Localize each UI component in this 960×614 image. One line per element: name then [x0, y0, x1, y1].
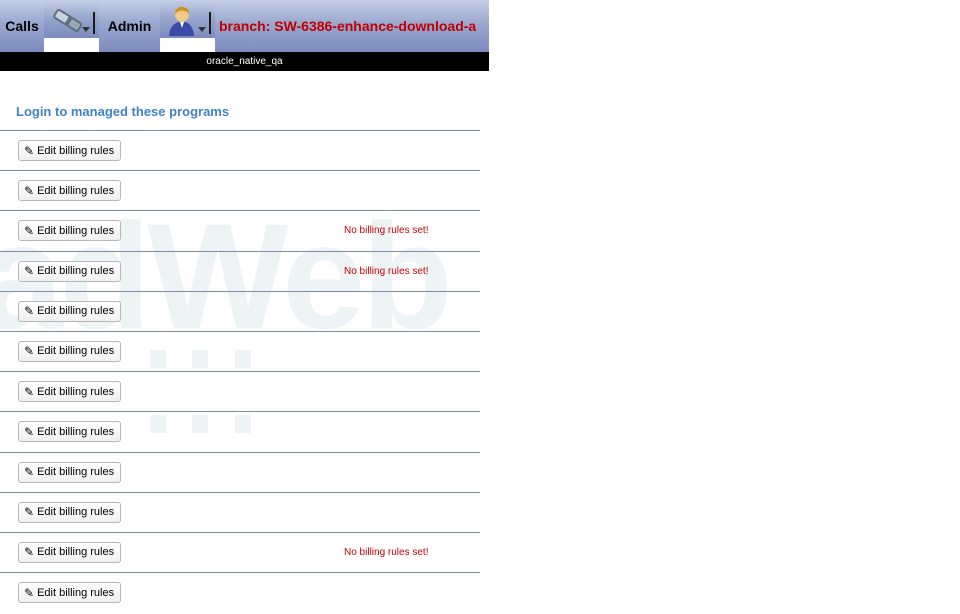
pencil-icon: ✎	[24, 223, 35, 238]
user-icon	[169, 6, 194, 36]
list-item: ✎ Edit billing rules	[0, 411, 480, 451]
no-billing-rules-warning: No billing rules set!	[344, 225, 429, 237]
no-billing-rules-warning: No billing rules set!	[344, 546, 429, 558]
list-item: ✎ Edit billing rules No billing rules set!	[0, 250, 480, 291]
edit-billing-rules-button[interactable]: ✎ Edit billing rules	[18, 220, 122, 242]
edit-billing-rules-label: Edit billing rules	[37, 425, 115, 438]
pencil-icon: ✎	[24, 264, 35, 279]
edit-billing-rules-button[interactable]: ✎ Edit billing rules	[18, 300, 122, 322]
pencil-icon: ✎	[24, 304, 35, 319]
pencil-icon: ✎	[24, 344, 35, 359]
edit-billing-rules-button[interactable]: ✎ Edit billing rules	[18, 421, 122, 443]
pencil-icon: ✎	[24, 585, 35, 600]
pencil-icon: ✎	[24, 384, 35, 399]
list-item: ✎ Edit billing rules No billing rules set!	[0, 531, 480, 572]
edit-billing-rules-button[interactable]: ✎ Edit billing rules	[18, 340, 122, 362]
edit-billing-rules-label: Edit billing rules	[37, 144, 115, 157]
programs-list: ✎ Edit billing rules ✎ Edit billing rules ✎ E…	[0, 130, 480, 612]
pencil-icon: ✎	[24, 424, 35, 439]
nav-calls[interactable]: Calls	[0, 0, 44, 52]
edit-billing-rules-label: Edit billing rules	[37, 265, 115, 278]
edit-billing-rules-label: Edit billing rules	[37, 184, 115, 197]
nav-user-menu[interactable]	[160, 0, 215, 52]
list-item: ✎ Edit billing rules	[0, 371, 480, 411]
edit-billing-rules-label: Edit billing rules	[37, 586, 115, 599]
database-name: oracle_native_qa	[206, 56, 283, 67]
pencil-icon: ✎	[24, 183, 35, 198]
edit-billing-rules-label: Edit billing rules	[37, 224, 115, 237]
list-item: ✎ Edit billing rules	[0, 491, 480, 532]
edit-billing-rules-label: Edit billing rules	[37, 506, 115, 519]
edit-billing-rules-label: Edit billing rules	[37, 385, 115, 398]
list-item: ✎ Edit billing rules	[0, 170, 480, 210]
no-billing-rules-warning: No billing rules set!	[344, 265, 429, 277]
list-item: ✎ Edit billing rules	[0, 572, 480, 612]
database-bar: oracle_native_qa	[0, 52, 489, 71]
top-navigation: Calls Admin branch: SW-6386-enhance-down…	[0, 0, 489, 52]
pencil-icon: ✎	[24, 545, 35, 560]
edit-billing-rules-label: Edit billing rules	[37, 345, 115, 358]
chevron-down-icon	[82, 27, 90, 32]
list-item: ✎ Edit billing rules	[0, 130, 480, 170]
edit-billing-rules-label: Edit billing rules	[37, 546, 115, 559]
edit-billing-rules-label: Edit billing rules	[37, 305, 115, 318]
edit-billing-rules-button[interactable]: ✎ Edit billing rules	[18, 180, 122, 202]
phone-icon	[53, 8, 83, 32]
nav-phone-menu[interactable]	[44, 0, 99, 52]
nav-admin[interactable]: Admin	[99, 0, 160, 52]
edit-billing-rules-button[interactable]: ✎ Edit billing rules	[18, 582, 122, 604]
edit-billing-rules-button[interactable]: ✎ Edit billing rules	[18, 381, 122, 403]
list-item: ✎ Edit billing rules No billing rules set!	[0, 210, 480, 250]
pencil-icon: ✎	[24, 143, 35, 158]
pencil-icon: ✎	[24, 505, 35, 520]
edit-billing-rules-button[interactable]: ✎ Edit billing rules	[18, 140, 122, 161]
edit-billing-rules-button[interactable]: ✎ Edit billing rules	[18, 260, 122, 282]
branch-label: branch: SW-6386-enhance-download-a	[219, 18, 477, 34]
chevron-down-icon	[198, 27, 206, 32]
list-item: ✎ Edit billing rules	[0, 451, 480, 492]
edit-billing-rules-button[interactable]: ✎ Edit billing rules	[18, 541, 122, 563]
list-item: ✎ Edit billing rules	[0, 330, 480, 371]
page-heading: Login to managed these programs	[16, 104, 230, 119]
pencil-icon: ✎	[24, 465, 35, 479]
edit-billing-rules-label: Edit billing rules	[37, 466, 115, 478]
edit-billing-rules-button[interactable]: ✎ Edit billing rules	[18, 461, 122, 483]
edit-billing-rules-button[interactable]: ✎ Edit billing rules	[18, 501, 122, 523]
list-item: ✎ Edit billing rules	[0, 290, 480, 331]
